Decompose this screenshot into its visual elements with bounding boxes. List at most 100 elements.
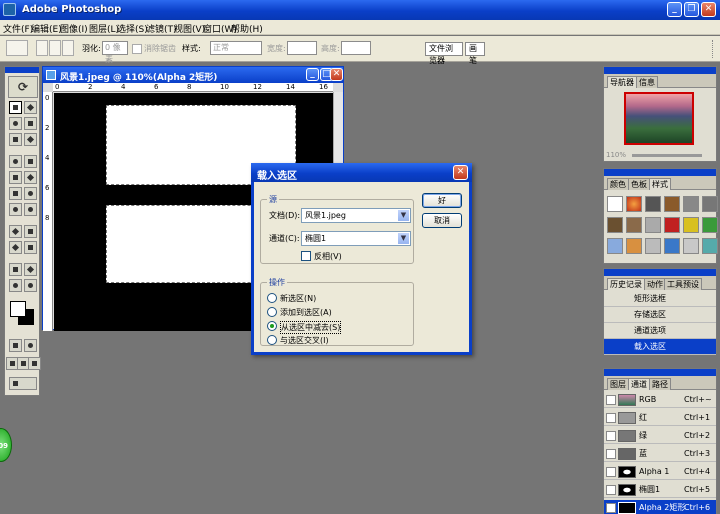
style-swatch[interactable] [607, 196, 623, 212]
style-swatch[interactable] [664, 217, 680, 233]
dialog-close-button[interactable]: ✕ [453, 165, 468, 180]
height-input[interactable] [341, 41, 371, 55]
jump-to-imageready-icon[interactable] [9, 377, 37, 390]
tab-tool-presets[interactable]: 工具预设 [664, 278, 702, 290]
add-selection-icon[interactable] [49, 40, 61, 56]
hand-tool-icon[interactable] [9, 279, 22, 292]
channel-select[interactable]: 椭圆1 ▼ [301, 231, 411, 246]
style-swatch[interactable] [645, 196, 661, 212]
menu-image[interactable]: 图像(I) [60, 22, 88, 35]
navigator-thumbnail[interactable] [624, 92, 694, 145]
close-button[interactable]: ✕ [701, 2, 716, 17]
tab-history[interactable]: 历史记录 [607, 278, 645, 290]
document-select[interactable]: 风景1.jpeg ▼ [301, 208, 411, 223]
zoom-tool-icon[interactable] [24, 279, 37, 292]
notes-tool-icon[interactable] [9, 263, 22, 276]
slice-tool-icon[interactable] [24, 133, 37, 146]
healing-brush-tool-icon[interactable] [9, 155, 22, 168]
cancel-button[interactable]: 取消 [422, 213, 462, 228]
intersect-selection-radio[interactable] [267, 335, 277, 345]
minimize-button[interactable]: _ [667, 2, 682, 17]
dodge-tool-icon[interactable] [24, 203, 37, 216]
new-selection-radio[interactable] [267, 293, 277, 303]
quick-mask-mode-icon[interactable] [24, 339, 37, 352]
screen-mode-full-icon[interactable] [28, 357, 41, 370]
visibility-eye-icon[interactable] [606, 413, 616, 423]
lasso-tool-icon[interactable] [9, 117, 22, 130]
style-swatch[interactable] [626, 238, 642, 254]
tab-navigator[interactable]: 导航器 [607, 76, 637, 88]
tab-file-browser[interactable]: 文件浏览器 [425, 42, 463, 65]
rectangle-tool-icon[interactable] [24, 241, 37, 254]
doc-minimize-button[interactable]: _ [306, 68, 319, 81]
style-swatch[interactable] [683, 217, 699, 233]
tab-styles[interactable]: 样式 [649, 178, 671, 190]
subtract-selection-radio[interactable] [267, 321, 277, 331]
tab-info[interactable]: 信息 [636, 76, 658, 88]
clone-stamp-tool-icon[interactable] [9, 171, 22, 184]
tab-swatches[interactable]: 色板 [628, 178, 650, 190]
style-swatch[interactable] [702, 238, 718, 254]
tab-channels[interactable]: 通道 [628, 378, 650, 390]
brush-tool-icon[interactable] [24, 155, 37, 168]
style-swatch[interactable] [626, 217, 642, 233]
tab-brushes[interactable]: 画笔 [465, 42, 485, 65]
style-swatch[interactable] [645, 238, 661, 254]
style-swatch[interactable] [683, 196, 699, 212]
restore-button[interactable]: ❐ [684, 2, 699, 17]
visibility-eye-icon[interactable] [606, 503, 616, 513]
eyedropper-tool-icon[interactable] [24, 263, 37, 276]
menu-layer[interactable]: 图层(L) [89, 22, 119, 35]
channel-row[interactable]: 绿 Ctrl+2 [604, 428, 716, 444]
menu-edit[interactable]: 编辑(E) [31, 22, 62, 35]
channel-row[interactable]: 蓝 Ctrl+3 [604, 446, 716, 462]
magic-wand-tool-icon[interactable] [24, 117, 37, 130]
visibility-eye-icon[interactable] [606, 395, 616, 405]
history-item[interactable]: 通道选项 [604, 323, 716, 339]
antialias-checkbox[interactable] [132, 44, 142, 54]
move-tool-icon[interactable] [24, 101, 37, 114]
style-swatch[interactable] [626, 196, 642, 212]
channel-row[interactable]: Alpha 1 Ctrl+4 [604, 464, 716, 480]
marquee-preset-icon[interactable] [6, 40, 28, 56]
channel-row-active[interactable]: Alpha 2矩形 Ctrl+6 [604, 500, 716, 514]
history-item[interactable]: 矩形选框 [604, 291, 716, 307]
blur-tool-icon[interactable] [9, 203, 22, 216]
style-swatch[interactable] [607, 238, 623, 254]
eraser-tool-icon[interactable] [9, 187, 22, 200]
navigator-zoom-slider[interactable] [632, 154, 702, 157]
type-tool-icon[interactable] [24, 225, 37, 238]
paint-bucket-tool-icon[interactable] [24, 187, 37, 200]
tab-color[interactable]: 颜色 [607, 178, 629, 190]
pen-tool-icon[interactable] [9, 241, 22, 254]
rect-marquee-tool-icon[interactable] [9, 101, 22, 114]
visibility-eye-icon[interactable] [606, 449, 616, 459]
crop-tool-icon[interactable] [9, 133, 22, 146]
chevron-down-icon[interactable]: ▼ [398, 210, 409, 221]
style-select[interactable]: 正常 [210, 41, 262, 55]
invert-checkbox[interactable] [301, 251, 311, 261]
chevron-down-icon[interactable]: ▼ [398, 233, 409, 244]
style-swatch[interactable] [664, 238, 680, 254]
style-swatch[interactable] [645, 217, 661, 233]
ok-button[interactable]: 好 [422, 193, 462, 208]
photoshop-logo-icon[interactable]: ⟳ [8, 76, 38, 98]
menu-file[interactable]: 文件(F) [3, 22, 33, 35]
style-swatch[interactable] [664, 196, 680, 212]
width-input[interactable] [287, 41, 317, 55]
visibility-eye-icon[interactable] [606, 485, 616, 495]
menu-view[interactable]: 视图(V) [174, 22, 205, 35]
history-item-active[interactable]: 载入选区 [604, 339, 716, 355]
add-selection-radio[interactable] [267, 307, 277, 317]
navigator-zoom[interactable]: 110% [606, 151, 626, 159]
visibility-eye-icon[interactable] [606, 467, 616, 477]
foreground-color-swatch[interactable] [10, 301, 26, 317]
menu-select[interactable]: 选择(S) [117, 22, 148, 35]
channel-row[interactable]: 椭圆1 Ctrl+5 [604, 482, 716, 498]
tab-actions[interactable]: 动作 [644, 278, 666, 290]
history-brush-tool-icon[interactable] [24, 171, 37, 184]
doc-close-button[interactable]: ✕ [330, 68, 343, 81]
feather-input[interactable]: 0 像素 [102, 41, 128, 64]
tab-layers[interactable]: 图层 [607, 378, 629, 390]
new-selection-icon[interactable] [36, 40, 48, 56]
